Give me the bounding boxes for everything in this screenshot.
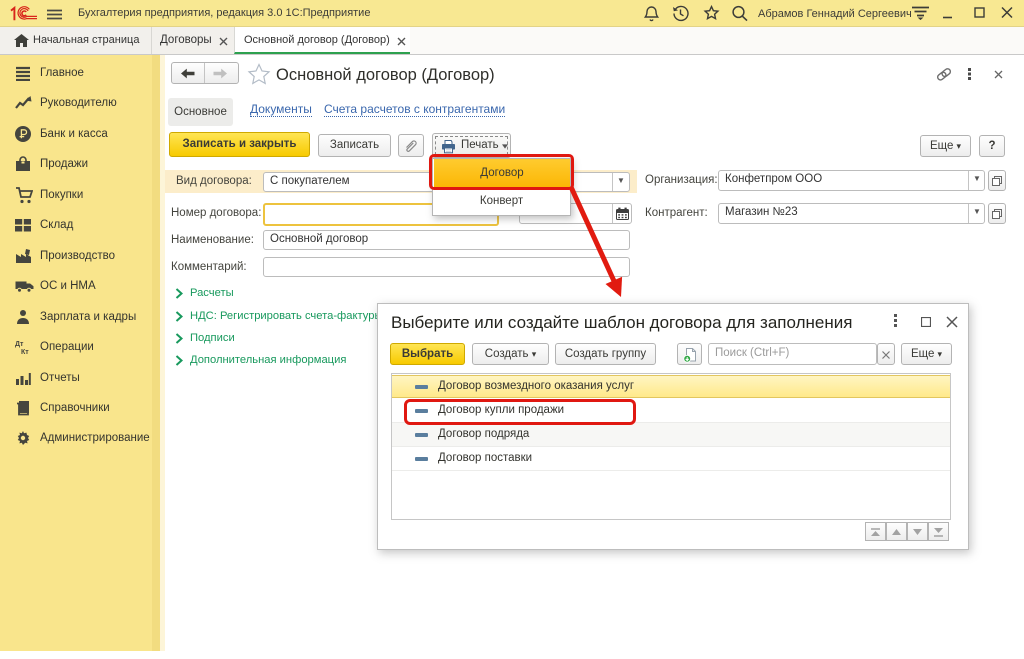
svg-text:Кт: Кт <box>21 349 29 355</box>
svg-text:Дт: Дт <box>15 341 24 348</box>
